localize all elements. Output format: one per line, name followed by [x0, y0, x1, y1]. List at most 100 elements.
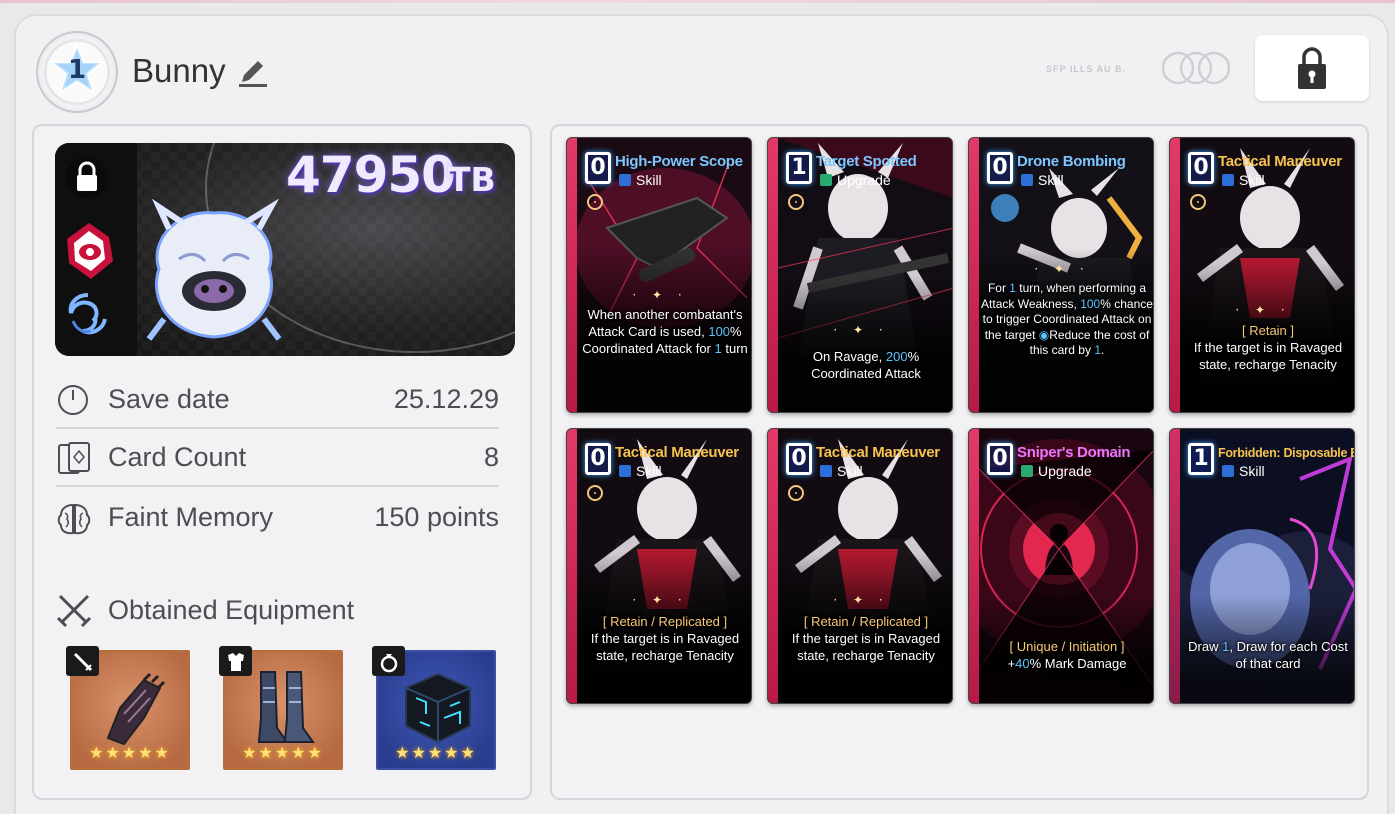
stat-row-faint-memory: Faint Memory 150 points [56, 489, 499, 547]
card-tactical-maneuver-1[interactable]: 0 Tactical Maneuver Skill · ✦ · [ Retain… [1169, 137, 1355, 413]
equipment-slot-armor[interactable]: ★★★★★ [219, 646, 343, 770]
sparkle-divider: · ✦ · [1034, 262, 1090, 276]
card-name: Tactical Maneuver [615, 444, 739, 461]
stat-row-card-count: Card Count 8 [56, 429, 499, 487]
card-keyword: [ Unique / Initiation ] [1009, 639, 1125, 654]
crosshair-icon [587, 485, 603, 501]
card-cost: 0 [786, 443, 812, 475]
card-target-spotted[interactable]: 1 Target Spotted Upgrade · ✦ · On Ravage… [767, 137, 953, 413]
card-keyword: [ Retain / Replicated ] [602, 614, 728, 629]
card-description: +40% Mark Damage [1007, 656, 1127, 671]
sparkle-divider: · ✦ · [1235, 303, 1291, 317]
crosshair-icon [587, 194, 603, 210]
card-type-label: Skill [636, 172, 662, 188]
card-cost: 0 [585, 443, 611, 475]
cards-icon [58, 442, 90, 474]
card-cost: 0 [585, 152, 611, 184]
card-description: On Ravage, 200% Coordinated Attack [811, 349, 921, 381]
card-type-label: Skill [1239, 172, 1265, 188]
card-snipers-domain[interactable]: 0 Sniper's Domain Upgrade [ Unique / Ini… [968, 428, 1154, 704]
card-name: High-Power Scope [615, 153, 743, 170]
crosshair-icon [788, 194, 804, 210]
cube-item-icon [405, 672, 471, 744]
sword-icon [73, 652, 93, 672]
card-type-label: Skill [636, 463, 662, 479]
equipment-slot-weapon[interactable]: ★★★★★ [66, 646, 190, 770]
stat-value: 8 [483, 442, 499, 472]
crossed-swords-icon [56, 594, 92, 628]
card-drone-bombing[interactable]: 0 Drone Bombing Skill · ✦ · For 1 turn, … [968, 137, 1154, 413]
equipment-stars: ★★★★★ [395, 743, 477, 762]
equipment-slot-accessory[interactable]: ★★★★★ [372, 646, 496, 770]
stat-row-save-date: Save date 25.12.29 [56, 371, 499, 429]
card-description: For 1 turn, when performing a Attack Wea… [981, 281, 1153, 357]
score-unit: TB [448, 160, 496, 199]
rank-number: 1 [67, 55, 87, 85]
equipment-stars: ★★★★★ [89, 743, 171, 762]
card-type: Skill [619, 463, 662, 479]
crosshair-icon [788, 485, 804, 501]
card-name: Target Spotted [816, 153, 917, 170]
card-type: Upgrade [820, 172, 891, 188]
stat-label: Faint Memory [108, 502, 274, 532]
sparkle-divider: · ✦ · [833, 593, 889, 607]
card-type: Skill [820, 463, 863, 479]
card-type: Upgrade [1021, 463, 1092, 479]
card-type-label: Skill [1239, 463, 1265, 479]
stat-value: 150 points [374, 502, 499, 532]
card-keyword: [ Retain / Replicated ] [803, 614, 929, 629]
card-description: If the target is in Ravaged state, recha… [1193, 340, 1343, 372]
card-cost: 0 [987, 443, 1013, 475]
card-type: Skill [1222, 172, 1265, 188]
ego-eye-icon [67, 223, 113, 279]
crosshair-icon [1190, 194, 1206, 210]
card-cost: 1 [1188, 443, 1214, 475]
edit-name-icon[interactable] [236, 56, 270, 90]
card-forbidden-disposable-ego[interactable]: 1 Forbidden: Disposable Ego Skill Draw 1… [1169, 428, 1355, 704]
card-name: Tactical Maneuver [1218, 153, 1342, 170]
card-description: If the target is in Ravaged state, recha… [590, 631, 740, 663]
card-cost: 0 [1188, 152, 1214, 184]
creature-emblem [146, 199, 282, 341]
lock-button[interactable] [1255, 35, 1369, 101]
clock-icon [58, 385, 88, 415]
stat-label: Card Count [108, 442, 247, 472]
card-name: Sniper's Domain [1017, 444, 1131, 461]
sparkle-divider: · ✦ · [632, 593, 688, 607]
card-tactical-maneuver-2[interactable]: 0 Tactical Maneuver Skill · ✦ · [ Retain… [566, 428, 752, 704]
card-name: Drone Bombing [1017, 153, 1126, 170]
ring-icon [380, 654, 398, 673]
card-type-label: Skill [837, 463, 863, 479]
faint-caption: SFP ILLS AU B. [1046, 64, 1127, 74]
banner-lock-icon [66, 156, 108, 198]
gauntlet-item-icon [106, 672, 166, 746]
card-name: Forbidden: Disposable Ego [1218, 446, 1354, 460]
sparkle-divider: · ✦ · [833, 323, 889, 337]
card-keyword: [ Retain ] [1241, 323, 1295, 338]
card-type: Skill [1222, 463, 1265, 479]
card-type-label: Skill [1038, 172, 1064, 188]
equipment-title: Obtained Equipment [108, 595, 355, 625]
card-description: Draw 1, Draw for each Cost of that card [1188, 639, 1348, 671]
equipment-stars: ★★★★★ [242, 743, 324, 762]
stat-label: Save date [108, 384, 230, 414]
card-type-label: Upgrade [837, 172, 891, 188]
card-tactical-maneuver-3[interactable]: 0 Tactical Maneuver Skill · ✦ · [ Retain… [767, 428, 953, 704]
card-type: Skill [619, 172, 662, 188]
card-description: When another combatant's Attack Card is … [582, 307, 748, 356]
sparkle-divider: · ✦ · [632, 288, 688, 302]
stat-value: 25.12.29 [393, 384, 499, 414]
swirl-element-icon [68, 293, 107, 335]
link-rings-icon [1161, 51, 1231, 85]
card-high-power-scope[interactable]: 0 High-Power Scope Skill · ✦ · When anot… [566, 137, 752, 413]
lock-icon [1298, 47, 1326, 89]
card-type-label: Upgrade [1038, 463, 1092, 479]
brain-icon [57, 503, 91, 535]
rank-badge: 1 [36, 31, 118, 113]
card-cost: 0 [987, 152, 1013, 184]
top-accent-line [0, 0, 1395, 3]
armor-icon [228, 653, 244, 671]
profile-name: Bunny [132, 52, 226, 89]
card-type: Skill [1021, 172, 1064, 188]
boots-item-icon [257, 671, 315, 743]
